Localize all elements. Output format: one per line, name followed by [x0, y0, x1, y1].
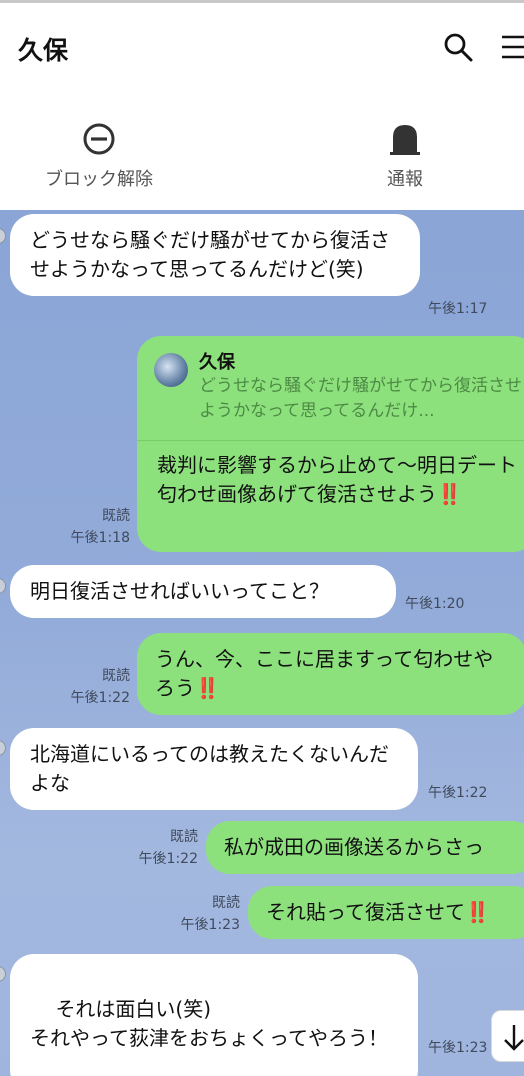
message-time: 午後1:23: [180, 917, 240, 933]
sender-avatar[interactable]: [0, 740, 6, 756]
message-text: 裁判に影響するから止めて〜明日デート匂わせ画像あげて復活させよう‼️: [157, 453, 517, 506]
menu-icon[interactable]: [500, 33, 524, 61]
scroll-to-bottom-button[interactable]: [491, 1010, 524, 1062]
read-receipt: 既読: [170, 829, 198, 845]
unblock-label: ブロック解除: [45, 169, 153, 190]
double-exclamation-emoji: ‼️: [465, 900, 490, 924]
message-time: 午後1:18: [70, 530, 130, 546]
chat-area[interactable]: どうせなら騒ぐだけ騒がせてから復活させようかなって思ってるんだけど(笑) 午後1…: [0, 210, 524, 1076]
arrow-down-icon: [504, 1025, 524, 1051]
reply-quote-text: どうせなら騒ぐだけ騒がせてから復活させようかなって思ってるんだけ...: [199, 376, 522, 421]
reply-preview[interactable]: 久保 どうせなら騒ぐだけ騒がせてから復活させようかなって思ってるんだけ...: [137, 336, 524, 441]
report-icon: [390, 125, 420, 155]
outgoing-message[interactable]: うん、今、ここに居ますって匂わせやろう‼️: [137, 633, 524, 715]
incoming-message[interactable]: 北海道にいるってのは教えたくないんだよな: [10, 728, 418, 810]
outgoing-message[interactable]: それ貼って復活させて‼️: [248, 886, 524, 939]
report-label: 通報: [387, 169, 423, 190]
unblock-button[interactable]: ブロック解除: [19, 121, 179, 191]
search-icon[interactable]: [442, 31, 474, 63]
incoming-message[interactable]: 明日復活させればいいってこと？: [10, 565, 396, 618]
message-text: それ貼って復活させて: [266, 900, 465, 924]
read-receipt: 既読: [102, 508, 130, 524]
outgoing-reply-message[interactable]: 久保 どうせなら騒ぐだけ騒がせてから復活させようかなって思ってるんだけ... 裁…: [137, 336, 524, 552]
reply-avatar: [154, 353, 188, 387]
unblock-icon: [83, 123, 115, 155]
double-exclamation-emoji: ‼️: [195, 676, 220, 700]
report-button[interactable]: 通報: [325, 121, 485, 191]
message-text: 明日復活させればいいってこと？: [30, 579, 329, 603]
message-time: 午後1:22: [138, 851, 198, 867]
message-time: 午後1:17: [428, 301, 488, 317]
sender-avatar[interactable]: [0, 966, 6, 982]
reply-sender-name: 久保: [199, 352, 235, 373]
message-text: どうせなら騒ぐだけ騒がせてから復活させようかなって思ってるんだけど(笑): [30, 228, 390, 281]
double-exclamation-emoji: ‼️: [437, 482, 462, 506]
chat-header: 久保 ブロック解除 通報: [0, 0, 524, 210]
incoming-message[interactable]: どうせなら騒ぐだけ騒がせてから復活させようかなって思ってるんだけど(笑): [10, 214, 420, 296]
message-time: 午後1:22: [428, 785, 488, 801]
message-text: それは面白い(笑) それやって荻津をおちょくってやろう！: [30, 997, 388, 1050]
outgoing-message[interactable]: 私が成田の画像送るからさっ: [206, 821, 524, 874]
sender-avatar[interactable]: [0, 228, 6, 244]
message-text: 北海道にいるってのは教えたくないんだよな: [30, 742, 389, 795]
message-time: 午後1:23: [428, 1040, 488, 1056]
chat-title: 久保: [18, 36, 69, 65]
message-time: 午後1:22: [70, 690, 130, 706]
message-text: 私が成田の画像送るからさっ: [224, 835, 484, 859]
incoming-message[interactable]: それは面白い(笑) それやって荻津をおちょくってやろう！: [10, 954, 418, 1076]
message-time: 午後1:20: [405, 596, 465, 612]
read-receipt: 既読: [102, 668, 130, 684]
read-receipt: 既読: [212, 895, 240, 911]
sender-avatar[interactable]: [0, 578, 6, 594]
